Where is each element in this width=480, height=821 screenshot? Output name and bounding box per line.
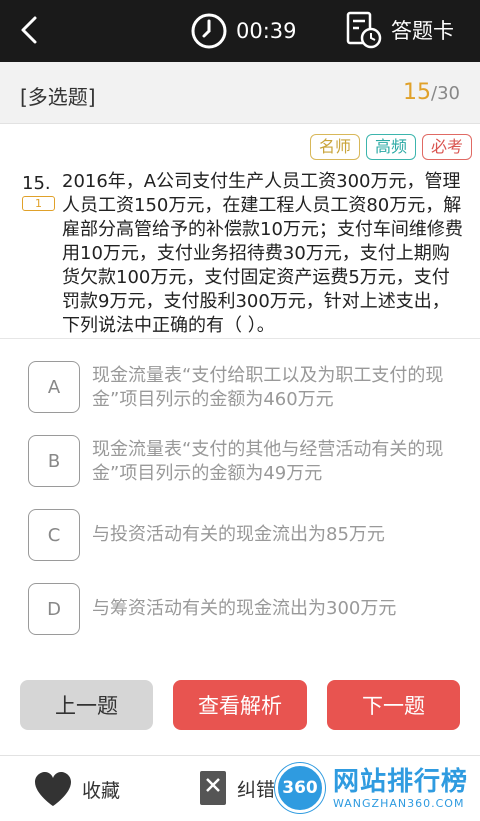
watermark-title: 网站排行榜 <box>333 766 469 797</box>
current-question-number: 15 <box>403 80 432 105</box>
question-header: [多选题] 15/30 <box>0 62 480 124</box>
answer-card-icon <box>346 11 382 49</box>
option-a[interactable]: A 现金流量表“支付给职工以及为职工支付的现金”项目列示的金额为460万元 <box>28 361 468 413</box>
option-key[interactable]: B <box>28 435 80 487</box>
answer-card-button[interactable]: 答题卡 <box>345 9 454 51</box>
watermark-text: 网站排行榜 WANGZHAN360.COM <box>333 767 468 810</box>
total-question-count: /30 <box>431 83 460 104</box>
heart-icon <box>35 772 71 806</box>
top-bar: 00:39 答题卡 <box>0 0 480 62</box>
correction-icon <box>200 771 226 805</box>
question-badge: 1 <box>22 196 55 211</box>
tag-must-test: 必考 <box>421 134 472 160</box>
tag-high-frequency: 高频 <box>365 134 416 160</box>
clock-icon <box>191 13 227 49</box>
option-c[interactable]: C 与投资活动有关的现金流出为85万元 <box>28 509 468 561</box>
bottom-bar: 收藏 纠错 360 网站排行榜 WANGZHAN360.COM <box>0 755 480 821</box>
correction-button[interactable]: 纠错 <box>197 768 275 808</box>
back-button[interactable] <box>14 14 44 46</box>
option-text: 与投资活动有关的现金流出为85万元 <box>92 524 385 545</box>
option-key[interactable]: A <box>28 361 80 413</box>
watermark-subtitle: WANGZHAN360.COM <box>333 796 465 810</box>
option-key[interactable]: C <box>28 509 80 561</box>
option-text: 现金流量表“支付给职工以及为职工支付的现金”项目列示的金额为460万元 <box>92 365 444 410</box>
question-type: [多选题] <box>20 85 96 109</box>
question-text: 2016年，A公司支付生产人员工资300万元，管理人员工资150万元，在建工程人… <box>62 171 463 336</box>
answer-card-label: 答题卡 <box>391 19 454 43</box>
favorite-label: 收藏 <box>82 779 121 802</box>
option-key[interactable]: D <box>28 583 80 635</box>
question-number: 15. <box>22 173 51 194</box>
option-d[interactable]: D 与筹资活动有关的现金流出为300万元 <box>28 583 468 635</box>
watermark-circle: 360 <box>275 763 325 813</box>
back-arrow-icon <box>21 16 37 44</box>
question-tags: 名师 高频 必考 <box>309 134 472 160</box>
timer-text: 00:39 <box>236 19 297 43</box>
favorite-button[interactable]: 收藏 <box>32 770 120 808</box>
option-b[interactable]: B 现金流量表“支付的其他与经营活动有关的现金”项目列示的金额为49万元 <box>28 435 468 487</box>
tag-famous-teacher: 名师 <box>309 134 360 160</box>
divider <box>0 338 480 339</box>
next-question-button[interactable]: 下一题 <box>327 680 460 730</box>
option-text: 现金流量表“支付的其他与经营活动有关的现金”项目列示的金额为49万元 <box>92 439 444 484</box>
timer: 00:39 <box>190 11 297 51</box>
question-progress: 15/30 <box>403 80 460 105</box>
correction-label: 纠错 <box>237 778 276 801</box>
watermark-logo: 360 网站排行榜 WANGZHAN360.COM <box>275 758 468 818</box>
prev-question-button[interactable]: 上一题 <box>20 680 153 730</box>
view-analysis-button[interactable]: 查看解析 <box>173 680 307 730</box>
option-text: 与筹资活动有关的现金流出为300万元 <box>92 598 397 619</box>
